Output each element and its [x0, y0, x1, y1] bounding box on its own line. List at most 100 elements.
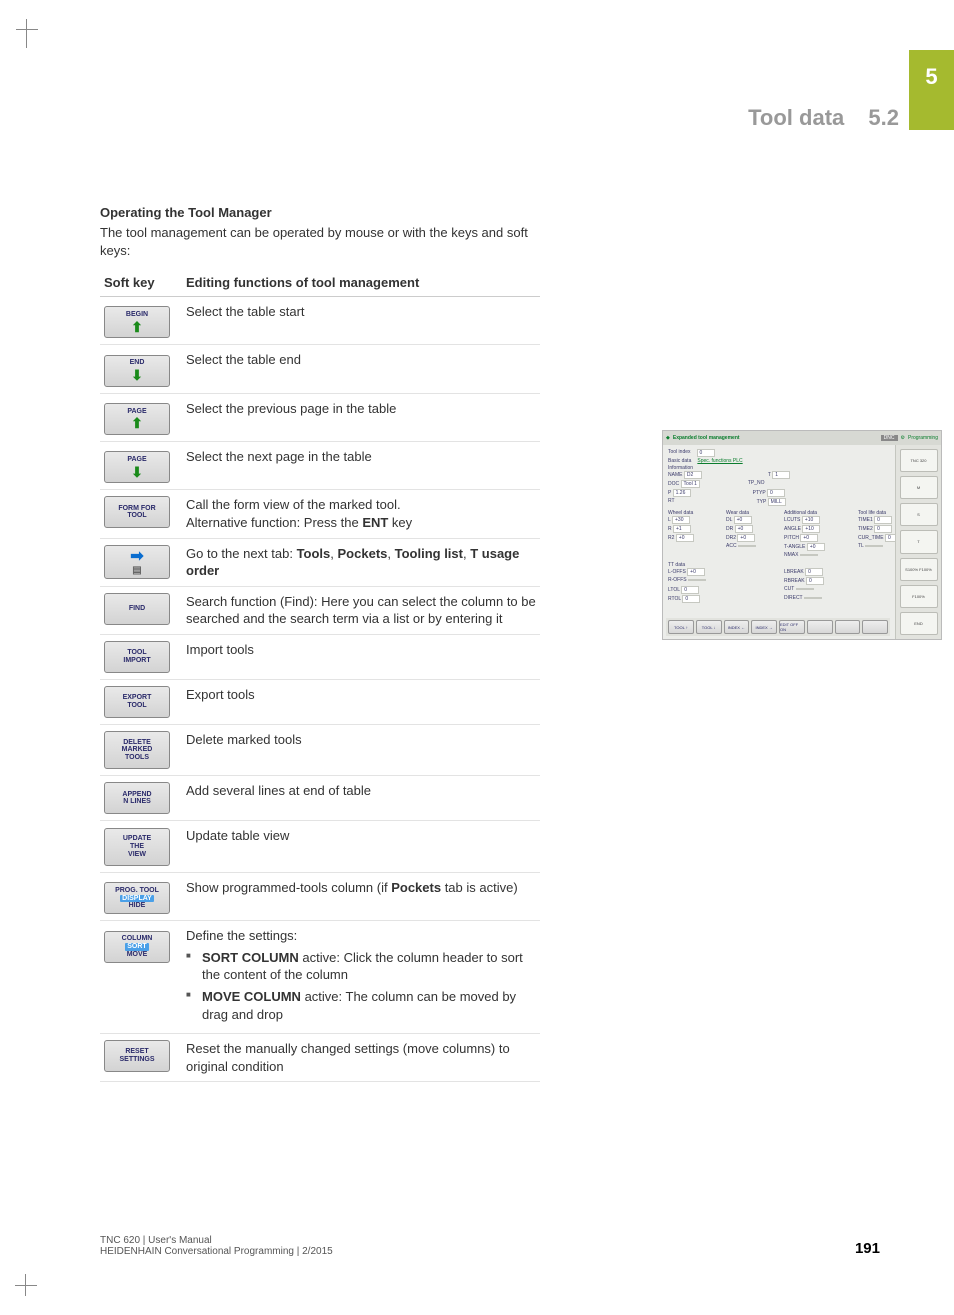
list-item: MOVE COLUMN active: The column can be mo… — [186, 988, 536, 1023]
softkey-label: SETTINGS — [119, 1056, 154, 1064]
softkey-label: TOOL — [127, 702, 146, 710]
fig-side-panel: S — [900, 503, 938, 526]
softkey-label: MARKED — [122, 746, 153, 754]
fig-cell: PITCH +0 — [784, 534, 854, 542]
l-doc: DOC — [668, 481, 679, 487]
softkey-button[interactable]: ➡▤ — [104, 545, 170, 580]
softkey-label: APPEND — [122, 791, 151, 799]
softkey-button[interactable]: PAGE⬇ — [104, 451, 170, 483]
chapter-tab: 5 — [909, 50, 954, 130]
softkey-button[interactable]: UPDATETHEVIEW — [104, 828, 170, 866]
softkey-label-hl: SORT — [125, 943, 148, 951]
fig-bottom-button[interactable]: EDIT OFF ON — [779, 620, 805, 634]
fig-tabs-pre: Basic data — [668, 458, 691, 464]
softkey-button[interactable]: BEGIN⬆ — [104, 306, 170, 338]
softkey-label: COLUMN — [122, 935, 153, 943]
th-softkey: Soft key — [100, 269, 182, 297]
softkey-label: VIEW — [128, 851, 146, 859]
fig-bottom-button[interactable]: INDEX ← — [724, 620, 750, 634]
softkey-button[interactable]: DELETEMARKEDTOOLS — [104, 731, 170, 769]
softkey-button[interactable]: PAGE⬆ — [104, 403, 170, 435]
fig-dnc: DNC — [881, 435, 898, 441]
table-row: PAGE⬆ Select the previous page in the tab… — [100, 393, 540, 441]
softkey-desc: Add several lines at end of table — [182, 776, 540, 821]
fig-cell: DL +0 — [726, 516, 780, 524]
fig-cell: DIRECT — [784, 595, 894, 603]
fig-side-panel: S100% F100% — [900, 558, 938, 581]
fig-titlebar: ◆ Expanded tool management DNC ⚙ Program… — [663, 431, 941, 445]
page-number: 191 — [855, 1240, 880, 1257]
softkey-label: TOOLS — [125, 754, 149, 762]
l-tpno: TP_NO — [748, 480, 765, 486]
softkey-desc: Delete marked tools — [182, 724, 540, 776]
v-name: D2 — [684, 471, 702, 479]
fig-bottom-button[interactable]: TOOL ↑ — [668, 620, 694, 634]
softkey-desc: Update table view — [182, 821, 540, 873]
softkey-label: BEGIN — [126, 311, 148, 319]
fig-cell: DR2 +0 — [726, 534, 780, 542]
softkey-desc: Select the next page in the table — [182, 442, 540, 490]
softkey-button[interactable]: RESETSETTINGS — [104, 1040, 170, 1072]
footer-line1: TNC 620 | User's Manual — [100, 1235, 333, 1246]
softkey-label: PAGE — [127, 408, 146, 416]
softkey-desc: Select the table start — [182, 297, 540, 345]
softkey-button[interactable]: TOOLIMPORT — [104, 641, 170, 673]
softkey-label: PROG. TOOL — [115, 887, 159, 895]
v-typ: MILL — [768, 498, 786, 506]
fig-bottom-button[interactable] — [807, 620, 833, 634]
l-name: NAME — [668, 472, 682, 478]
fig-cell — [668, 543, 722, 551]
fig-cell: R-OFFS — [668, 577, 778, 585]
fig-bottom-button[interactable]: TOOL ↓ — [696, 620, 722, 634]
fig-cell: LTOL 0 — [668, 586, 778, 594]
fig-cell: RBREAK 0 — [784, 577, 894, 585]
fig-side-panel: END — [900, 612, 938, 635]
fig-bottom-button[interactable] — [862, 620, 888, 634]
fig-tabs-active: Spec. functions PLC — [697, 458, 742, 464]
fig-cell — [726, 552, 780, 558]
v-t: 1 — [772, 471, 790, 479]
v-p: 1.26 — [673, 489, 691, 497]
softkey-button[interactable]: PROG. TOOLDISPLAYHIDE — [104, 882, 170, 914]
table-row: ➡▤ Go to the next tab: Tools, Pockets, To… — [100, 538, 540, 586]
fig-bottom-button[interactable]: INDEX → — [751, 620, 777, 634]
softkey-label: IMPORT — [123, 657, 150, 665]
softkey-label: HIDE — [129, 902, 146, 910]
fig-bottom-bar: TOOL ↑TOOL ↓INDEX ←INDEX →EDIT OFF ON — [666, 618, 890, 636]
softkey-button[interactable]: FORM FORTOOL — [104, 496, 170, 528]
softkey-label: DELETE — [123, 739, 151, 747]
section-number: 5.2 — [868, 105, 899, 130]
fig-cell: L-OFFS +0 — [668, 568, 778, 576]
softkey-desc: Reset the manually changed settings (mov… — [182, 1034, 540, 1082]
fig-cell: ANGLE +10 — [784, 525, 854, 533]
fig-bottom-button[interactable] — [835, 620, 861, 634]
softkey-button[interactable]: FIND — [104, 593, 170, 625]
l-typ: TYP — [757, 499, 767, 505]
softkey-desc: Select the previous page in the table — [182, 393, 540, 441]
fig-cell: DR +0 — [726, 525, 780, 533]
softkey-button[interactable]: APPENDN LINES — [104, 782, 170, 814]
fig-cell: R2 +0 — [668, 534, 722, 542]
softkey-button[interactable]: EXPORTTOOL — [104, 686, 170, 718]
fig-title: Expanded tool management — [673, 435, 740, 441]
softkey-label-hl: DISPLAY — [120, 895, 154, 903]
v-doc: Tool 1 — [681, 480, 700, 488]
page-footer: TNC 620 | User's Manual HEIDENHAIN Conve… — [100, 1235, 880, 1257]
softkey-desc: Export tools — [182, 679, 540, 724]
table-row: COLUMNSORTMOVEDefine the settings:SORT C… — [100, 921, 540, 1034]
fig-side-panel: M — [900, 476, 938, 499]
softkey-button[interactable]: END⬇ — [104, 355, 170, 387]
table-row: BEGIN⬆ Select the table start — [100, 297, 540, 345]
l-rt: RT — [668, 498, 675, 504]
fig-side-panel: F100% — [900, 585, 938, 608]
softkey-label: RESET — [125, 1048, 148, 1056]
fig-tool-index-val: 0 — [697, 449, 715, 457]
softkey-desc: Go to the next tab: Tools, Pockets, Tool… — [182, 538, 540, 586]
l-t: T — [768, 472, 771, 478]
softkey-label: MOVE — [127, 951, 148, 959]
fig-cell: T-ANGLE +0 — [784, 543, 854, 551]
section-title: Tool data — [748, 105, 844, 130]
arrow-up-icon: ⬆ — [131, 320, 143, 334]
softkey-button[interactable]: COLUMNSORTMOVE — [104, 931, 170, 963]
softkey-label: UPDATE — [123, 835, 151, 843]
